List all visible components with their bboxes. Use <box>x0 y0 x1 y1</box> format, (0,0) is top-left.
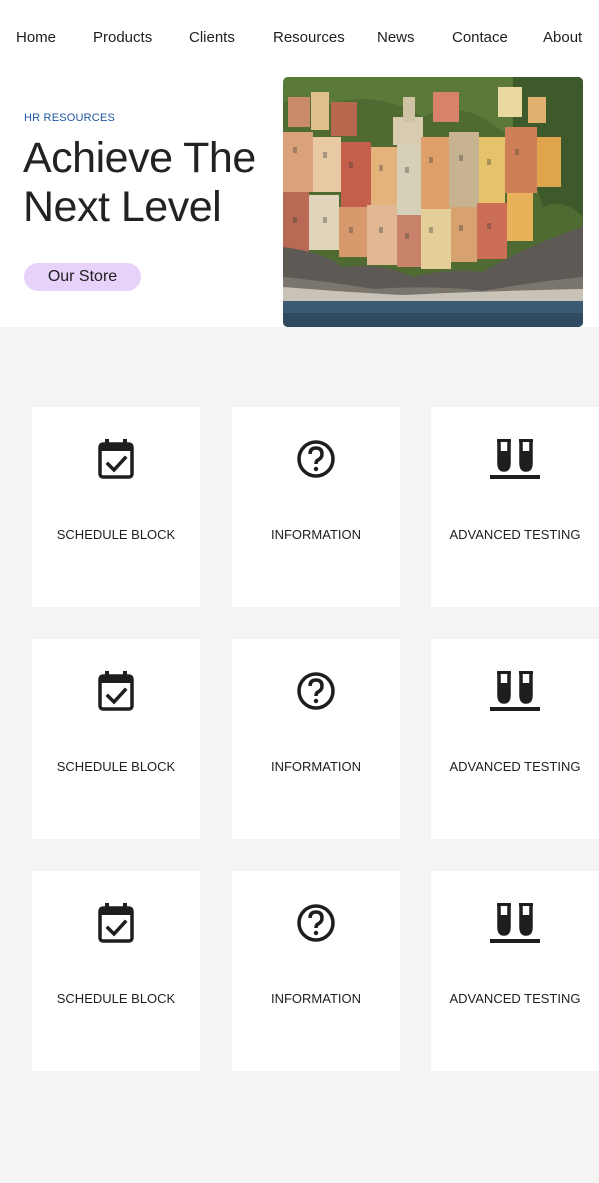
question-circle-icon <box>232 437 400 481</box>
question-circle-icon <box>232 669 400 713</box>
card-information[interactable]: INFORMATION <box>232 639 400 839</box>
nav-item-contace[interactable]: Contace <box>452 29 508 46</box>
calendar-check-icon <box>32 901 200 945</box>
our-store-button[interactable]: Our Store <box>24 263 141 291</box>
card-label: ADVANCED TESTING <box>449 759 581 774</box>
card-schedule-block[interactable]: SCHEDULE BLOCK <box>32 639 200 839</box>
calendar-check-icon <box>32 437 200 481</box>
card-label: SCHEDULE BLOCK <box>56 759 176 774</box>
test-tubes-icon <box>431 437 599 481</box>
nav-item-about[interactable]: About <box>543 29 582 46</box>
card-schedule-block[interactable]: SCHEDULE BLOCK <box>32 871 200 1071</box>
card-information[interactable]: INFORMATION <box>232 871 400 1071</box>
card-schedule-block[interactable]: SCHEDULE BLOCK <box>32 407 200 607</box>
nav-item-clients[interactable]: Clients <box>189 29 235 46</box>
question-circle-icon <box>232 901 400 945</box>
card-label: ADVANCED TESTING <box>449 527 581 542</box>
card-label: INFORMATION <box>270 759 362 774</box>
card-advanced-testing[interactable]: ADVANCED TESTING <box>431 639 599 839</box>
hero-section: HR RESOURCES Achieve The Next Level Our … <box>0 76 599 327</box>
card-information[interactable]: INFORMATION <box>232 407 400 607</box>
feature-grid: SCHEDULE BLOCK INFORMATION ADVANCED TESTIN… <box>0 327 599 1183</box>
card-label: INFORMATION <box>270 527 362 542</box>
hero-headline-line2: Next Level <box>23 183 222 231</box>
card-advanced-testing[interactable]: ADVANCED TESTING <box>431 407 599 607</box>
card-label: SCHEDULE BLOCK <box>56 527 176 542</box>
calendar-check-icon <box>32 669 200 713</box>
top-navigation: Home Products Clients Resources News Con… <box>0 0 599 76</box>
hero-image <box>283 77 583 327</box>
coastal-village-photo <box>283 77 583 327</box>
nav-item-home[interactable]: Home <box>16 29 56 46</box>
nav-item-products[interactable]: Products <box>93 29 152 46</box>
test-tubes-icon <box>431 901 599 945</box>
hero-eyebrow: HR RESOURCES <box>24 112 116 124</box>
card-label: ADVANCED TESTING <box>449 991 581 1006</box>
test-tubes-icon <box>431 669 599 713</box>
hero-headline-line1: Achieve The <box>23 134 256 182</box>
hero-headline: Achieve The Next Level <box>23 134 256 232</box>
card-advanced-testing[interactable]: ADVANCED TESTING <box>431 871 599 1071</box>
card-label: SCHEDULE BLOCK <box>56 991 176 1006</box>
nav-item-news[interactable]: News <box>377 29 415 46</box>
card-label: INFORMATION <box>270 991 362 1006</box>
nav-item-resources[interactable]: Resources <box>273 29 345 46</box>
